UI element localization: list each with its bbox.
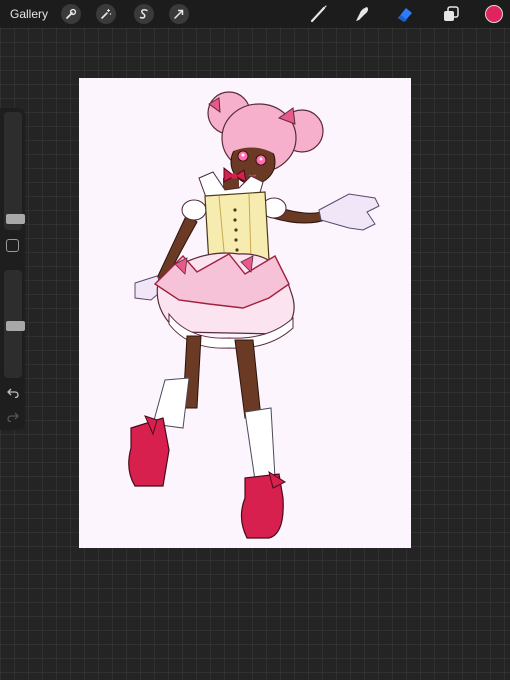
adjustments-button[interactable] [96,4,116,24]
undo-button[interactable] [5,386,20,400]
left-sidebar [0,108,25,430]
magic-wand-icon [101,9,112,19]
character-artwork [128,91,380,539]
redo-button[interactable] [5,410,20,424]
opacity-thumb[interactable] [6,321,25,331]
opacity-slider[interactable] [4,270,25,378]
brush-size-thumb[interactable] [6,213,25,224]
wrench-icon [66,8,77,19]
selection-button[interactable] [134,4,154,24]
redo-icon [6,412,19,422]
top-toolbar: Gallery [0,0,510,28]
selection-s-icon [139,9,148,19]
undo-icon [6,388,19,398]
eraser-icon [398,8,412,22]
brush-size-slider[interactable] [4,112,25,230]
actions-button[interactable] [61,4,81,24]
smudge-finger-icon [356,7,369,21]
modify-button[interactable] [6,239,19,252]
layers-icon [444,6,459,21]
brush-icon [310,5,327,23]
brush-button[interactable] [308,3,330,25]
gallery-button[interactable]: Gallery [10,7,48,21]
arrow-cursor-icon [174,9,184,19]
layers-button[interactable] [440,3,462,25]
transform-button[interactable] [169,4,189,24]
eraser-button[interactable] [394,3,416,25]
smudge-button[interactable] [351,3,373,25]
color-picker-button[interactable] [485,5,503,23]
drawing-canvas[interactable] [79,78,411,548]
